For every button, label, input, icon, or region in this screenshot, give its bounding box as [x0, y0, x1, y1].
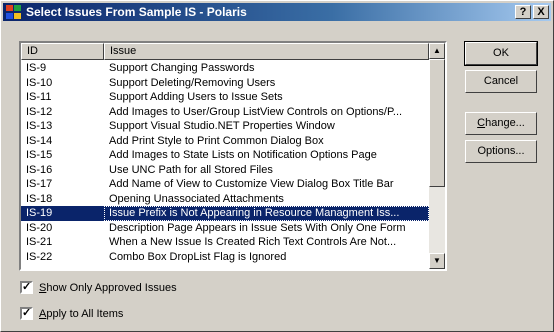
issue-id-cell: IS-12	[26, 105, 53, 118]
ok-button[interactable]: OK	[464, 41, 538, 66]
table-row[interactable]: IS-21 When a New Issue Is Created Rich Te…	[21, 235, 429, 250]
select-issues-dialog: Select Issues From Sample IS - Polaris ?…	[0, 0, 554, 332]
change-button[interactable]: Change...	[465, 112, 537, 135]
help-button[interactable]: ?	[515, 5, 531, 19]
issue-title-cell: Support Changing Passwords	[109, 62, 255, 74]
table-row[interactable]: IS-10 Support Deleting/Removing Users	[21, 76, 429, 91]
list-header: ID Issue	[21, 43, 429, 60]
table-row[interactable]: IS-13 Support Visual Studio.NET Propertie…	[21, 119, 429, 134]
issue-title-cell: Opening Unassociated Attachments	[109, 192, 284, 205]
issue-id-cell: IS-17	[26, 178, 53, 190]
issue-title-cell: Description Page Appears in Issue Sets W…	[109, 221, 406, 234]
close-button[interactable]: X	[533, 5, 549, 19]
apply-to-all-checkbox[interactable]: ✓ Apply to All Items	[20, 307, 123, 320]
issue-title-cell: When a New Issue Is Created Rich Text Co…	[109, 236, 397, 248]
change-accelerator: C	[477, 117, 486, 129]
apply-to-all-label: Apply to All Items	[39, 308, 123, 320]
show-only-approved-label: Show Only Approved Issues	[39, 282, 177, 294]
title-bar[interactable]: Select Issues From Sample IS - Polaris ?…	[3, 3, 551, 21]
scroll-thumb[interactable]	[429, 59, 445, 187]
issue-title-cell: Support Deleting/Removing Users	[109, 76, 276, 89]
table-row[interactable]: IS-12 Add Images to User/Group ListView C…	[21, 105, 429, 120]
issue-id-cell: IS-22	[26, 250, 53, 263]
polaris-app-icon	[6, 5, 22, 19]
issue-id-cell: IS-13	[26, 120, 53, 132]
issue-id-cell: IS-11	[26, 91, 52, 103]
issue-title-cell: Add Name of View to Customize View Dialo…	[109, 178, 394, 190]
table-row[interactable]: IS-14 Add Print Style to Print Common Dia…	[21, 134, 429, 149]
issues-listview[interactable]: ID Issue IS-9 Support Changing Passwords I…	[19, 41, 447, 271]
table-row[interactable]: IS-11 Support Adding Users to Issue Sets	[21, 90, 429, 105]
scroll-up-arrow-icon[interactable]: ▲	[429, 43, 445, 59]
issue-id-cell: IS-10	[26, 76, 53, 89]
scroll-down-arrow-icon[interactable]: ▼	[429, 253, 445, 269]
issue-title-cell: Use UNC Path for all Stored Files	[109, 163, 273, 176]
issue-id-cell: IS-19	[26, 207, 53, 219]
issue-title-cell: Support Visual Studio.NET Properties Win…	[109, 120, 335, 132]
issue-title-cell: Add Print Style to Print Common Dialog B…	[109, 134, 324, 147]
issue-id-cell: IS-9	[26, 62, 47, 74]
table-row[interactable]: IS-17 Add Name of View to Customize View …	[21, 177, 429, 192]
table-row[interactable]: IS-16 Use UNC Path for all Stored Files	[21, 163, 429, 178]
table-row[interactable]: IS-18 Opening Unassociated Attachments	[21, 192, 429, 207]
column-header-issue[interactable]: Issue	[104, 43, 429, 60]
issue-title-cell: Add Images to State Lists on Notificatio…	[109, 149, 377, 161]
issue-id-cell: IS-20	[26, 221, 53, 234]
issue-id-cell: IS-21	[26, 236, 53, 248]
table-row[interactable]: IS-9 Support Changing Passwords	[21, 61, 429, 76]
issue-id-cell: IS-18	[26, 192, 53, 205]
column-header-id[interactable]: ID	[21, 43, 104, 60]
table-row[interactable]: IS-22 Combo Box DropList Flag is Ignored	[21, 250, 429, 265]
issue-id-cell: IS-14	[26, 134, 53, 147]
checkmark-icon[interactable]: ✓	[20, 307, 33, 320]
checkmark-icon[interactable]: ✓	[20, 281, 33, 294]
change-label: hange...	[485, 117, 525, 129]
show-only-approved-checkbox[interactable]: ✓ Show Only Approved Issues	[20, 281, 177, 294]
issue-id-cell: IS-15	[26, 149, 53, 161]
apply-label-text: pply to All Items	[46, 307, 124, 320]
issue-title-cell: Add Images to User/Group ListView Contro…	[109, 105, 403, 118]
issue-rows: IS-9 Support Changing Passwords IS-10 Suppo…	[21, 61, 429, 264]
approved-label-text: how Only Approved Issues	[46, 281, 177, 294]
table-row[interactable]: IS-20 Description Page Appears in Issue S…	[21, 221, 429, 236]
issue-title-cell: Combo Box DropList Flag is Ignored	[109, 250, 287, 263]
issue-title-cell: Support Adding Users to Issue Sets	[109, 91, 283, 103]
issue-title-cell: Issue Prefix is Not Appearing in Resourc…	[104, 206, 429, 221]
options-button[interactable]: Options...	[465, 140, 537, 163]
vertical-scrollbar[interactable]: ▲ ▼	[429, 43, 445, 269]
table-row[interactable]: IS-15 Add Images to State Lists on Notifi…	[21, 148, 429, 163]
table-row[interactable]: IS-19 Issue Prefix is Not Appearing in Re…	[21, 206, 429, 221]
cancel-button[interactable]: Cancel	[465, 70, 537, 93]
issue-id-cell: IS-16	[26, 163, 53, 176]
window-title: Select Issues From Sample IS - Polaris	[26, 5, 247, 19]
